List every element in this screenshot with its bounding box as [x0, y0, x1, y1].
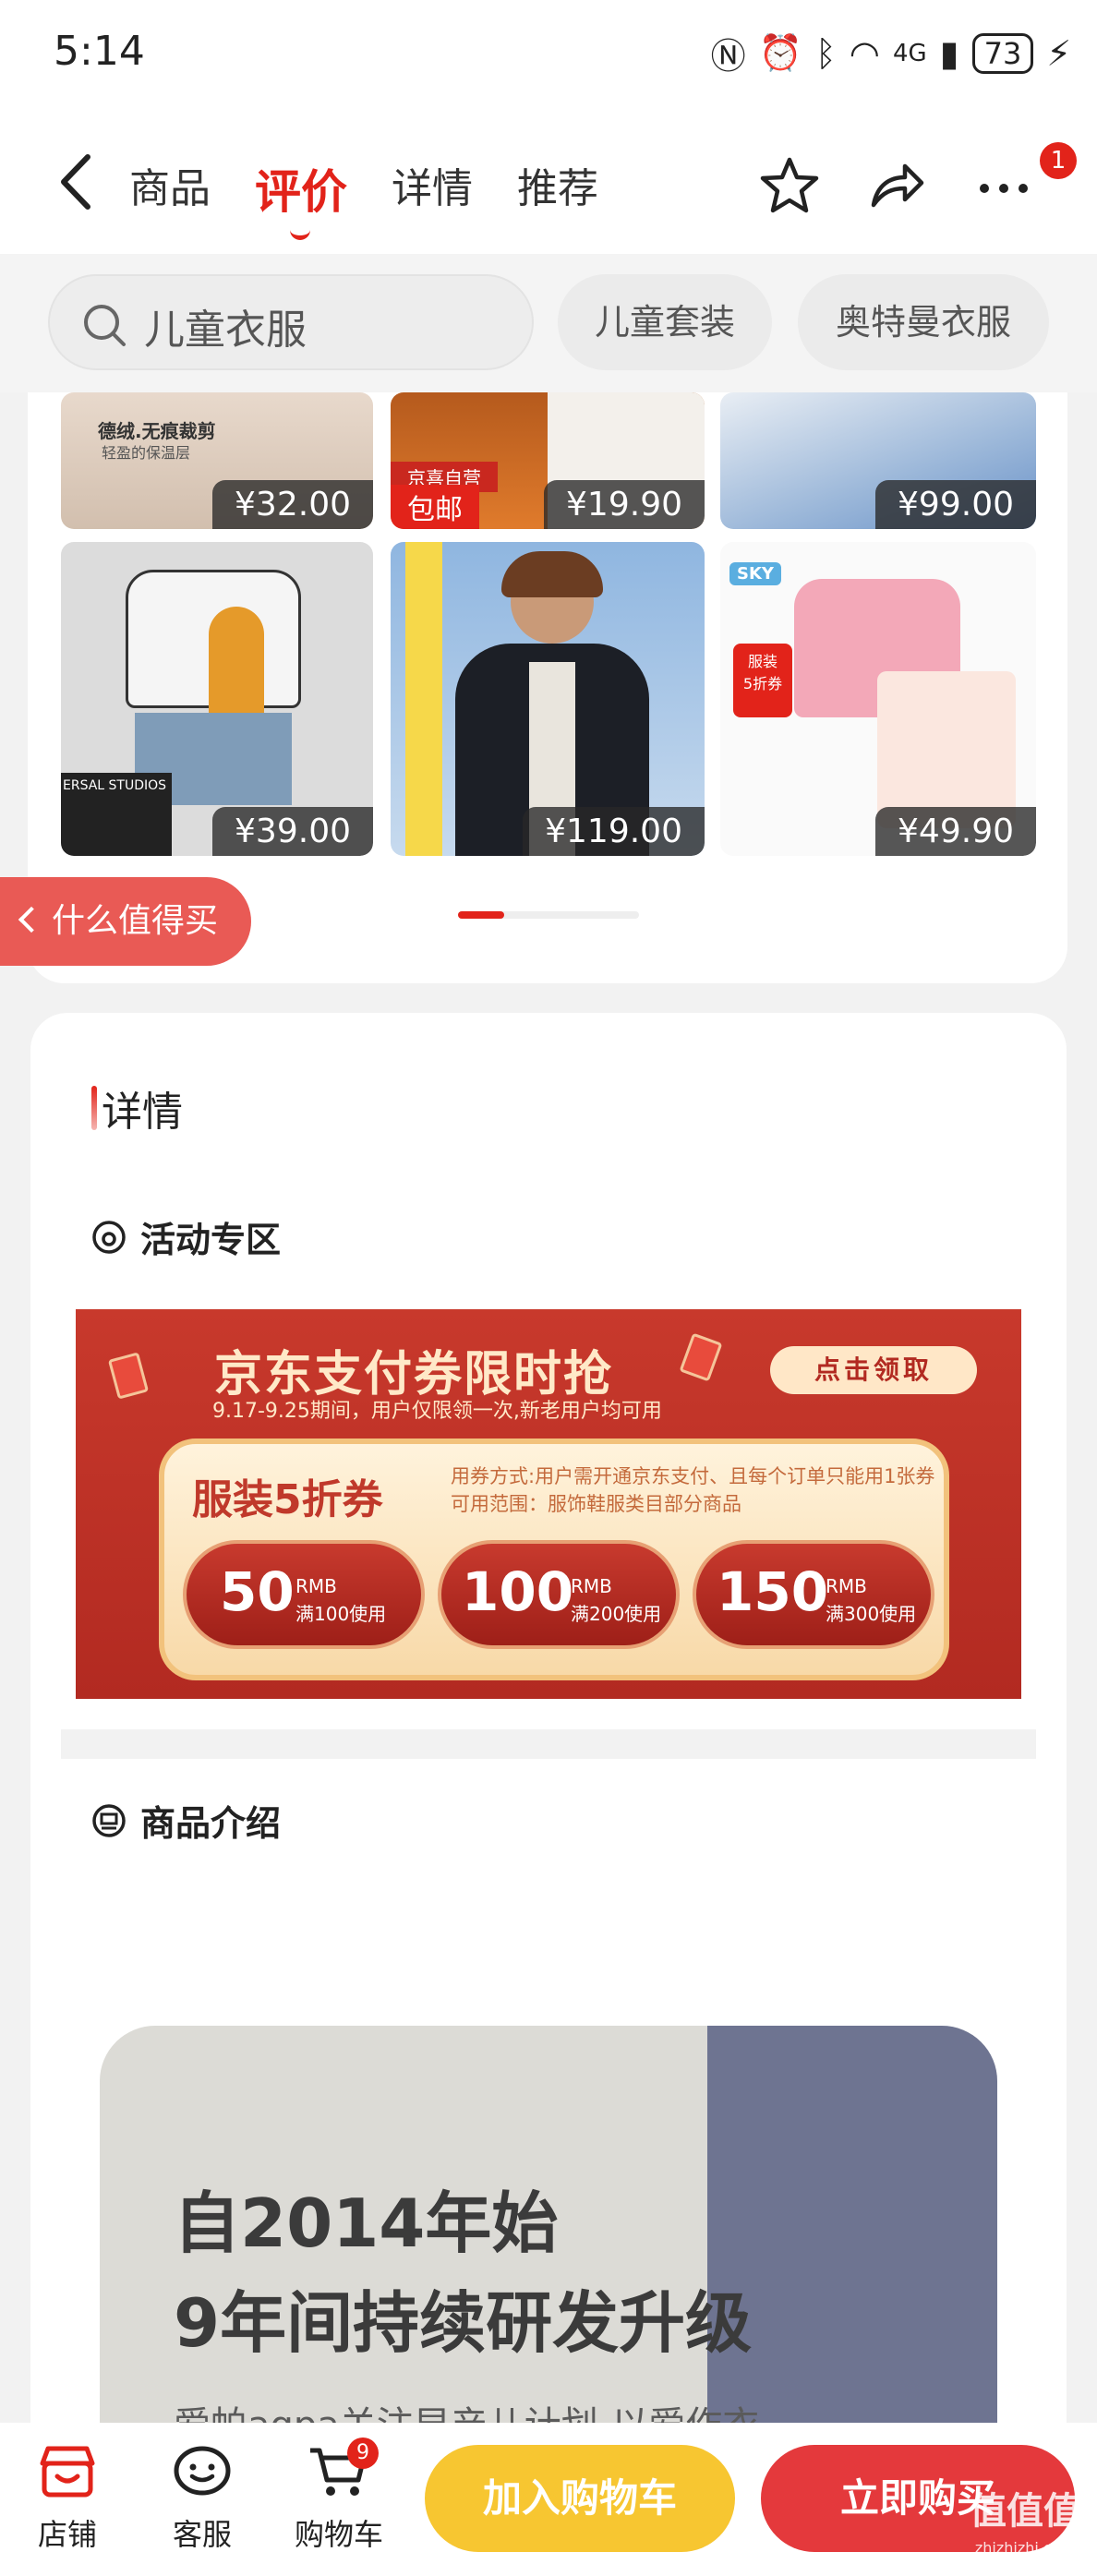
search-chip[interactable]: 儿童套装 [558, 274, 772, 370]
product-price: ¥99.00 [875, 480, 1036, 529]
product-price: ¥39.00 [212, 807, 373, 856]
product-price: ¥19.90 [544, 480, 705, 529]
cart-count-badge: 9 [347, 2438, 379, 2469]
intro-section-title: 商品介绍 [140, 1803, 282, 1844]
banner-subtitle: 9.17-9.25期间，用户仅限领一次,新老用户均可用 [212, 1400, 662, 1423]
tab-recommend[interactable]: 推荐 [517, 155, 598, 222]
search-chip[interactable]: 奥特曼衣服 [798, 274, 1049, 370]
product-card[interactable]: ¥119.00 [391, 542, 705, 856]
tab-reviews[interactable]: 评价 [255, 155, 347, 240]
intro-icon [92, 1803, 126, 1837]
bluetooth-icon: ᛒ [814, 32, 837, 74]
activity-section-header: 活动专区 [90, 1211, 281, 1262]
search-row: 儿童衣服 儿童套装 奥特曼衣服 [0, 254, 1097, 392]
section-marker [91, 1086, 97, 1130]
coupon-panel: 服装5折券 用券方式:用户需开通京东支付、且每个订单只能用1张券 可用范围：服饰… [159, 1438, 949, 1680]
coupon-rule: 用券方式:用户需开通京东支付、且每个订单只能用1张券 [451, 1465, 935, 1487]
watermark-text: 值值值 [970, 2490, 1080, 2533]
activity-section-title: 活动专区 [140, 1220, 282, 1260]
search-input[interactable]: 儿童衣服 [48, 274, 534, 370]
bottom-action-bar: 店铺 客服 9 购物车 加入购物车 立即购买 [0, 2423, 1097, 2576]
brand-logo: SKY [729, 562, 781, 585]
details-title: 详情 [102, 1089, 183, 1136]
product-card[interactable]: ¥99.00 [720, 392, 1036, 529]
service-label: 客服 [172, 2517, 232, 2552]
coupon-condition: 满100使用 [295, 1603, 387, 1625]
coupon-name: 服装5折券 [192, 1476, 383, 1523]
status-bar: 5:14 Ⓝ ⏰ ᛒ ◠ 4G ▮ 73 ⚡ [0, 0, 1097, 111]
star-icon[interactable] [759, 155, 820, 216]
tab-product[interactable]: 商品 [129, 155, 211, 222]
grab-coupon-button[interactable]: 点击领取 [770, 1346, 977, 1394]
coupon-rule: 可用范围：服饰鞋服类目部分商品 [451, 1493, 741, 1515]
shop-icon [40, 2446, 95, 2498]
product-price: ¥49.90 [875, 807, 1036, 856]
charging-icon: ⚡ [1046, 32, 1071, 74]
cart-button[interactable]: 9 购物车 [288, 2438, 390, 2554]
search-query: 儿童衣服 [144, 307, 307, 354]
red-envelope-icon [679, 1332, 723, 1382]
top-nav: 商品 评价 详情 推荐 1 [0, 111, 1097, 254]
share-icon[interactable] [866, 155, 927, 216]
wifi-icon: ◠ [849, 32, 880, 74]
coupon-unit: RMB [826, 1575, 867, 1597]
back-icon[interactable] [51, 150, 106, 214]
intro-line: 自2014年始 [174, 2185, 559, 2262]
signal-icon: ▮ [939, 32, 959, 74]
more-badge: 1 [1040, 142, 1077, 179]
status-icons: Ⓝ ⏰ ᛒ ◠ 4G ▮ 73 ⚡ [711, 28, 1071, 78]
watermark-url: zhizhizhi.com [974, 2539, 1076, 2557]
battery-indicator: 73 [971, 32, 1034, 74]
page-indicator [458, 911, 639, 919]
add-to-cart-button[interactable]: 加入购物车 [425, 2445, 735, 2552]
tab-bar: 商品 评价 详情 推荐 [129, 155, 598, 240]
promo-badge: 服装 5折券 [733, 644, 792, 717]
more-icon[interactable] [973, 155, 1034, 216]
product-card[interactable]: 京喜自营 包邮 ¥19.90 [391, 392, 705, 529]
product-caption: 轻盈的保温层 [102, 444, 191, 462]
worth-buying-button[interactable]: 什么值得买 [0, 877, 251, 966]
intro-headline: 自2014年始 9年间持续研发升级 [174, 2173, 752, 2373]
status-time: 5:14 [54, 28, 145, 75]
activity-icon [92, 1220, 126, 1254]
product-card[interactable]: 德绒.无痕裁剪 轻盈的保温层 ¥32.00 [61, 392, 373, 529]
intro-section-header: 商品介绍 [90, 1795, 281, 1846]
coupon-condition: 满200使用 [571, 1603, 662, 1625]
product-caption: 德绒.无痕裁剪 [98, 420, 216, 442]
product-caption: ERSAL STUDIOS [63, 778, 167, 793]
coupon-condition: 满300使用 [826, 1603, 917, 1625]
nfc-icon: Ⓝ [710, 36, 746, 77]
cart-label: 购物车 [294, 2517, 383, 2552]
product-card[interactable]: SKY 服装 5折券 ¥49.90 [720, 542, 1036, 856]
coupon-50[interactable]: 50 RMB 满100使用 [183, 1540, 425, 1649]
product-price: ¥32.00 [212, 480, 373, 529]
tab-details[interactable]: 详情 [392, 155, 473, 222]
coupon-150[interactable]: 150 RMB 满300使用 [693, 1540, 934, 1649]
watermark: 值值值 zhizhizhi.com [970, 2493, 1080, 2567]
alarm-icon: ⏰ [758, 32, 802, 73]
shop-label: 店铺 [37, 2517, 97, 2552]
coupon-rules: 用券方式:用户需开通京东支付、且每个订单只能用1张券 可用范围：服饰鞋服类目部分… [451, 1463, 934, 1518]
service-button[interactable]: 客服 [151, 2443, 253, 2554]
network-type: 4G [892, 39, 927, 67]
coupon-amount: 100 [462, 1560, 574, 1623]
intro-line: 9年间持续研发升级 [174, 2284, 753, 2362]
product-price: ¥119.00 [523, 807, 705, 856]
shop-button[interactable]: 店铺 [17, 2443, 118, 2554]
customer-service-icon [174, 2446, 231, 2496]
search-icon [84, 305, 126, 346]
coupon-banner[interactable]: 京东支付券限时抢 9.17-9.25期间，用户仅限领一次,新老用户均可用 点击领… [76, 1309, 1021, 1699]
red-envelope-icon [107, 1352, 150, 1400]
coupon-amount: 50 [220, 1560, 295, 1623]
coupon-amount: 150 [717, 1560, 829, 1623]
coupon-unit: RMB [295, 1575, 337, 1597]
divider [61, 1729, 1036, 1759]
product-card[interactable]: ERSAL STUDIOS ¥39.00 [61, 542, 373, 856]
coupon-100[interactable]: 100 RMB 满200使用 [438, 1540, 680, 1649]
product-tag: 包邮 [391, 485, 479, 529]
coupon-unit: RMB [571, 1575, 612, 1597]
